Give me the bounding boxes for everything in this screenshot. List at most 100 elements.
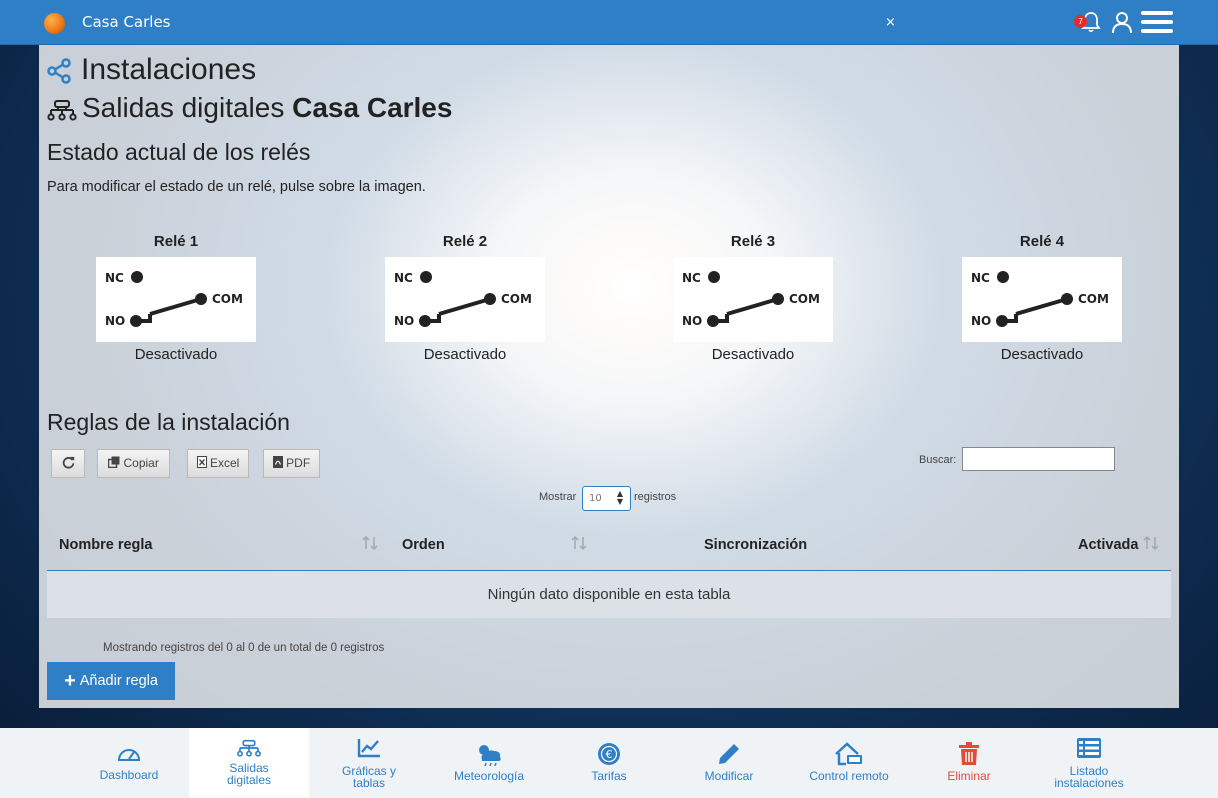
nav-label: Salidas digitales: [226, 761, 272, 787]
relay-switch-image[interactable]: NC NO COM: [673, 257, 833, 342]
relay-switch-image[interactable]: NC NO COM: [962, 257, 1122, 342]
svg-text:€: €: [606, 748, 613, 761]
column-header-active[interactable]: Activada: [1078, 537, 1138, 553]
com-label: COM: [1078, 292, 1109, 306]
pdf-file-icon: [272, 456, 283, 468]
relay-name: Relé 1: [153, 233, 199, 250]
user-icon[interactable]: [1110, 10, 1134, 34]
nav-edit[interactable]: Modificar: [669, 728, 789, 798]
relay-name: Relé 2: [442, 233, 488, 250]
rules-section-title: Reglas de la instalación: [47, 409, 290, 435]
show-label: Mostrar: [539, 491, 577, 503]
table-empty-row: Ningún dato disponible en esta tabla: [47, 571, 1171, 618]
relay-outputs-icon: [237, 739, 261, 757]
no-label: NO: [971, 314, 991, 328]
com-label: COM: [212, 292, 243, 306]
nc-label: NC: [971, 271, 990, 285]
com-label: COM: [789, 292, 820, 306]
nav-label: Modificar: [704, 769, 754, 783]
nav-label: Tarifas: [591, 769, 627, 783]
relay-section-title: Estado actual de los relés: [47, 139, 311, 165]
sort-icon[interactable]: [1142, 534, 1160, 552]
no-label: NO: [105, 314, 125, 328]
nav-remote-control[interactable]: Control remoto: [789, 728, 909, 798]
page-title: Instalaciones: [47, 53, 256, 87]
menu-icon[interactable]: [1141, 11, 1173, 33]
excel-file-icon: [196, 456, 207, 468]
nav-label: Eliminar: [947, 769, 991, 783]
euro-icon: €: [598, 743, 620, 765]
column-header-name[interactable]: Nombre regla: [59, 537, 152, 553]
column-header-sync[interactable]: Sincronización: [704, 537, 807, 553]
share-icon: [47, 58, 71, 84]
nav-weather[interactable]: Meteorología: [429, 728, 549, 798]
no-label: NO: [394, 314, 414, 328]
nav-charts[interactable]: Gráficas y tablas: [309, 728, 429, 798]
excel-label: Excel: [210, 456, 240, 470]
nc-label: NC: [394, 271, 413, 285]
no-label: NO: [682, 314, 702, 328]
page-length-select[interactable]: 10 ▲ ▼: [582, 486, 631, 511]
add-rule-label: Añadir regla: [79, 673, 158, 689]
relay-state: Desactivado: [134, 346, 218, 363]
line-chart-icon: [357, 739, 380, 758]
relay-card: Relé 3 NC NO COM Desactivado: [673, 233, 833, 363]
page-length-value: 10: [589, 493, 602, 504]
relay-hint: Para modificar el estado de un relé, pul…: [47, 179, 426, 195]
nc-label: NC: [105, 271, 124, 285]
page-title-text: Instalaciones: [81, 53, 257, 86]
refresh-icon: [62, 456, 74, 469]
close-icon[interactable]: ×: [885, 15, 896, 30]
pdf-label: PDF: [286, 456, 311, 470]
nav-delete[interactable]: Eliminar: [909, 728, 1029, 798]
sort-icon[interactable]: [570, 534, 588, 552]
nav-digital-outputs[interactable]: Salidas digitales: [189, 728, 309, 798]
nav-rates[interactable]: € Tarifas: [549, 728, 669, 798]
search-input[interactable]: [962, 447, 1115, 471]
table-info: Mostrando registros del 0 al 0 de un tot…: [103, 642, 385, 654]
app-title[interactable]: Casa Carles: [82, 13, 170, 31]
relay-name: Relé 3: [730, 233, 776, 250]
nc-label: NC: [682, 271, 701, 285]
copy-icon: [107, 456, 120, 469]
notification-badge[interactable]: 7: [1074, 15, 1087, 28]
page-subtitle: Salidas digitales Casa Carles: [47, 92, 452, 124]
select-caret-icon: ▲ ▼: [616, 489, 623, 506]
refresh-button[interactable]: [51, 449, 85, 478]
trash-icon: [959, 742, 979, 765]
nav-label: Gráficas y tablas: [341, 764, 396, 790]
relay-card: Relé 1 NC NO COM Desactivado: [96, 233, 256, 363]
copy-label: Copiar: [123, 456, 159, 470]
installation-name: Casa Carles: [292, 92, 453, 123]
gauge-icon: [117, 749, 141, 761]
copy-button[interactable]: Copiar: [97, 449, 170, 478]
column-header-order[interactable]: Orden: [402, 537, 445, 553]
sort-icon[interactable]: [361, 534, 379, 552]
pencil-icon: [719, 744, 739, 764]
relay-state: Desactivado: [423, 346, 507, 363]
main-panel: Instalaciones Salidas digitales Casa Car…: [39, 45, 1179, 708]
weather-icon: [479, 745, 501, 766]
excel-button[interactable]: Excel: [187, 449, 249, 478]
com-label: COM: [501, 292, 532, 306]
relay-card: Relé 4 NC NO COM Desactivado: [962, 233, 1122, 363]
search-label: Buscar:: [919, 454, 957, 466]
add-rule-button[interactable]: + Añadir regla: [47, 662, 175, 700]
relay-switch-image[interactable]: NC NO COM: [385, 257, 545, 342]
logo[interactable]: [44, 13, 65, 34]
top-bar: Casa Carles × 7: [0, 0, 1218, 45]
nav-label: Meteorología: [453, 769, 525, 783]
plus-icon: +: [64, 670, 76, 692]
relay-name: Relé 4: [1019, 233, 1065, 250]
pdf-button[interactable]: PDF: [263, 449, 320, 478]
nav-dashboard[interactable]: Dashboard: [69, 728, 189, 798]
relay-state: Desactivado: [1000, 346, 1084, 363]
relay-outputs-icon: [47, 99, 77, 121]
records-label: registros: [634, 491, 677, 503]
relay-switch-image[interactable]: NC NO COM: [96, 257, 256, 342]
nav-label: Dashboard: [99, 768, 159, 782]
relay-state: Desactivado: [711, 346, 795, 363]
remote-home-icon: [835, 742, 862, 766]
nav-installations-list[interactable]: Listado instalaciones: [1029, 728, 1149, 798]
subtitle-prefix: Salidas digitales: [82, 92, 285, 123]
